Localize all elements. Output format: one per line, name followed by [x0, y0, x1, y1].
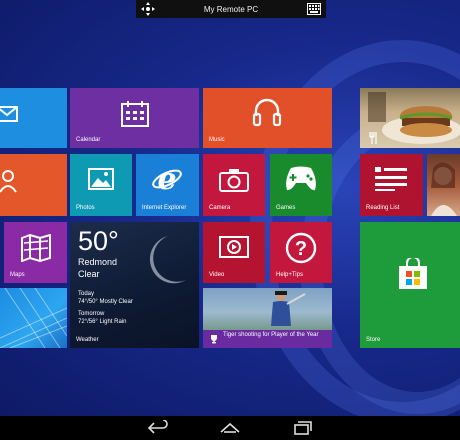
tile-label: Video [209, 272, 225, 278]
remote-desktop-screen: Calendar Music Photos e Internet Explore… [0, 0, 460, 416]
weather-temperature: 50° [78, 226, 119, 256]
news-caption: Tiger shooting for Player of the Year [223, 332, 319, 338]
tile-label: Music [209, 137, 225, 143]
moon-image [149, 236, 186, 284]
android-navigation-bar [0, 416, 460, 440]
people-icon [0, 170, 17, 193]
maps-icon [21, 234, 51, 262]
tile-calendar[interactable]: Calendar [70, 88, 199, 148]
home-icon[interactable] [218, 420, 242, 436]
tile-label: Store [366, 337, 381, 343]
tile-sports-news[interactable]: Tiger shooting for Player of the Year [203, 288, 332, 348]
tile-label: Camera [209, 205, 231, 211]
internet-explorer-icon: e [152, 163, 182, 193]
trophy-icon [211, 335, 217, 344]
person-photo [431, 162, 457, 216]
photos-icon [88, 168, 114, 190]
tile-internet-explorer[interactable]: e Internet Explorer [136, 154, 199, 216]
weather-tomorrow-forecast: 72°/56° Light Rain [78, 319, 127, 325]
mail-icon [0, 106, 18, 122]
tile-games[interactable]: Games [270, 154, 332, 216]
tile-label: Weather [76, 337, 99, 343]
tile-label: Internet Explorer [142, 205, 187, 211]
tile-label: Calendar [76, 137, 101, 143]
back-arrow-icon[interactable] [146, 420, 170, 436]
tile-maps[interactable]: Maps [4, 222, 67, 283]
food-icon [369, 132, 377, 144]
tile-reading-list[interactable]: Reading List [360, 154, 423, 216]
calendar-icon [121, 101, 149, 127]
tile-desktop[interactable] [0, 288, 67, 348]
tile-label: Reading List [366, 205, 400, 211]
weather-today-label: Today [78, 291, 95, 297]
weather-condition: Clear [78, 269, 100, 279]
game-controller-icon [286, 166, 316, 191]
tile-camera[interactable]: Camera [203, 154, 265, 216]
store-bag-icon [399, 258, 427, 289]
tile-people-photo[interactable] [427, 154, 460, 216]
tile-weather[interactable]: 50° Redmond Clear Today 74°/50° Mostly C… [70, 222, 199, 348]
desktop-wallpaper-pattern [0, 288, 67, 348]
svg-text:e: e [157, 163, 176, 193]
tile-store[interactable]: Store [360, 222, 460, 348]
headphones-icon [252, 98, 282, 127]
reading-list-icon [375, 167, 407, 191]
tile-video[interactable]: Video [203, 222, 265, 283]
svg-text:?: ? [295, 238, 307, 260]
keyboard-icon[interactable] [307, 3, 321, 15]
tile-food[interactable] [360, 88, 460, 148]
remote-session-bar: My Remote PC [136, 0, 326, 18]
camera-icon [219, 169, 249, 192]
tile-label: Help+Tips [276, 272, 303, 278]
recent-apps-icon[interactable] [290, 420, 314, 436]
tile-music[interactable]: Music [203, 88, 332, 148]
move-arrows-icon[interactable] [141, 2, 155, 16]
tile-help-tips[interactable]: ? Help+Tips [270, 222, 332, 283]
weather-city: Redmond [78, 257, 118, 267]
tile-label: Maps [10, 272, 25, 278]
weather-tomorrow-label: Tomorrow [78, 311, 105, 317]
help-question-icon: ? [285, 232, 317, 264]
video-play-icon [219, 236, 249, 258]
tile-label: Games [276, 205, 296, 211]
tile-photos[interactable]: Photos [70, 154, 132, 216]
tile-people[interactable] [0, 154, 67, 216]
tile-mail[interactable] [0, 88, 67, 148]
weather-today-forecast: 74°/50° Mostly Clear [78, 299, 133, 305]
tile-label: Photos [76, 205, 95, 211]
golfer-photo [271, 291, 306, 326]
remote-pc-title: My Remote PC [203, 4, 259, 14]
